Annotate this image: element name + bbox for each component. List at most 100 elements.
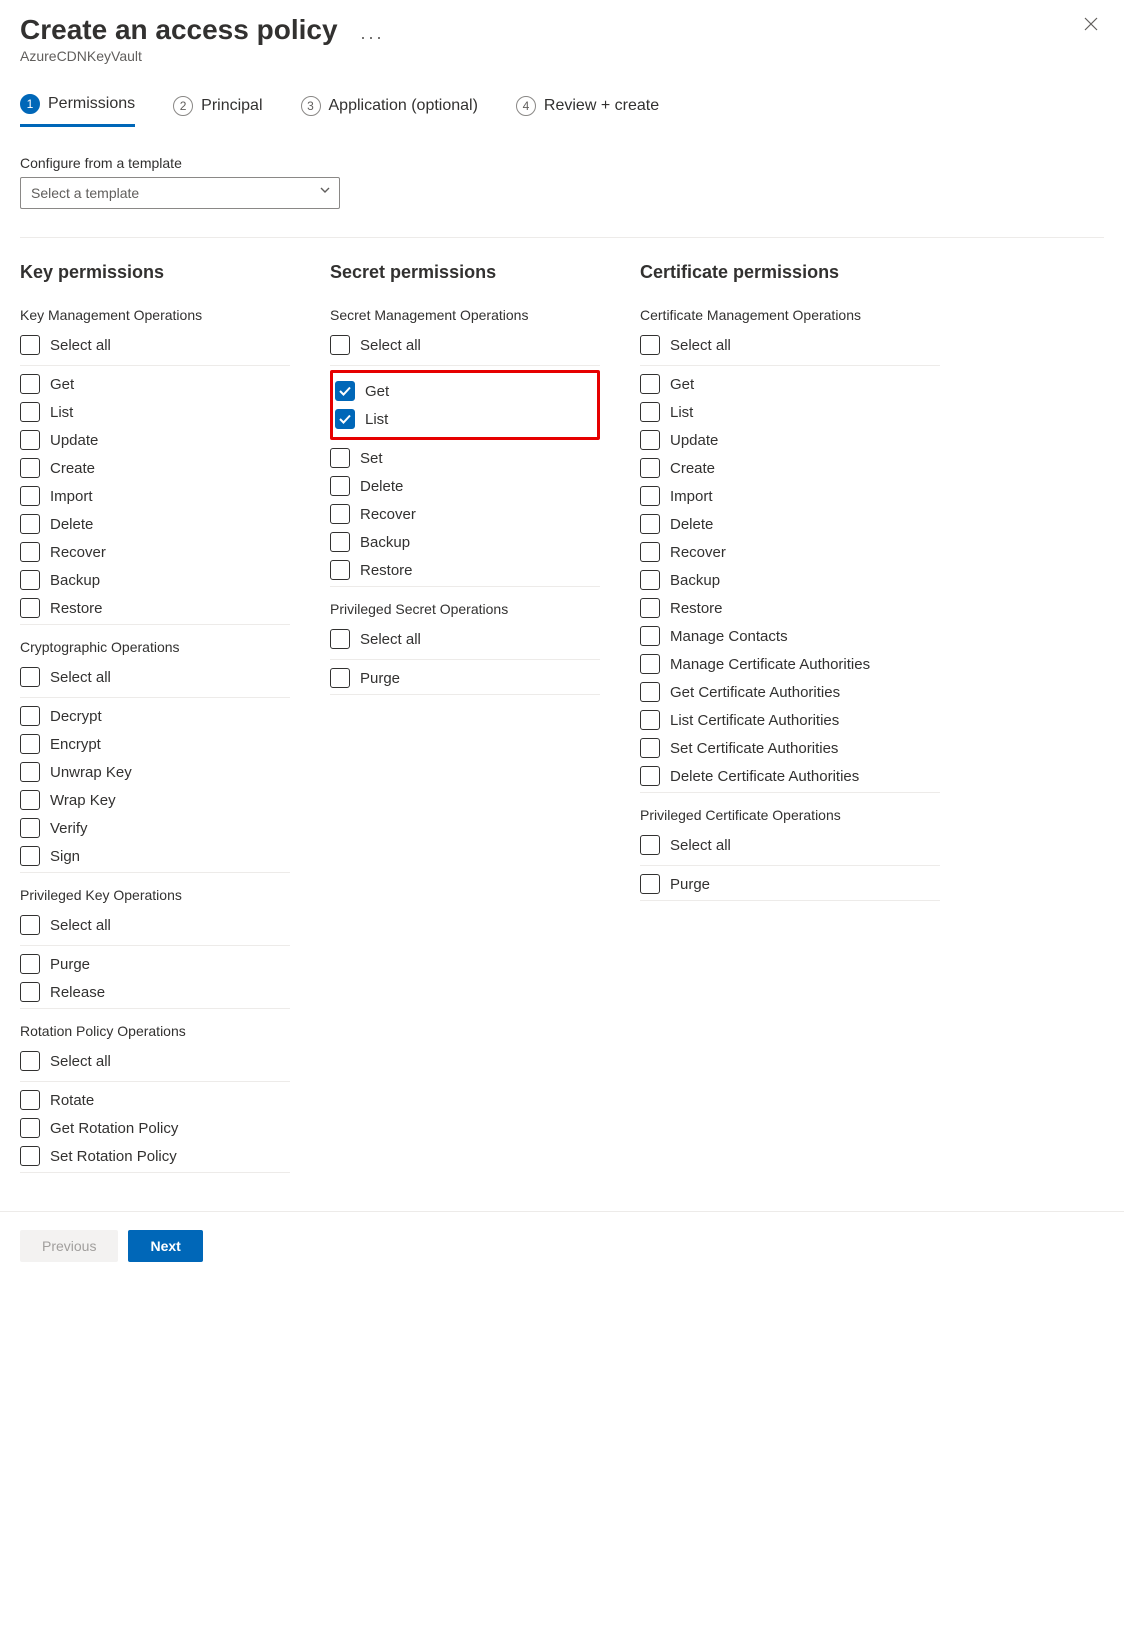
permission-checkbox[interactable]: Get Certificate Authorities: [640, 678, 940, 706]
permission-checkbox[interactable]: Import: [640, 482, 940, 510]
checkbox[interactable]: [335, 381, 355, 401]
checkbox[interactable]: [20, 570, 40, 590]
permission-checkbox[interactable]: List: [20, 398, 290, 426]
permission-checkbox[interactable]: Delete Certificate Authorities: [640, 762, 940, 790]
checkbox[interactable]: [640, 430, 660, 450]
checkbox[interactable]: [20, 374, 40, 394]
checkbox[interactable]: [20, 1090, 40, 1110]
permission-checkbox[interactable]: Backup: [330, 528, 600, 556]
permission-checkbox[interactable]: List Certificate Authorities: [640, 706, 940, 734]
checkbox[interactable]: [20, 790, 40, 810]
checkbox[interactable]: [640, 682, 660, 702]
permission-checkbox[interactable]: Verify: [20, 814, 290, 842]
select-all-checkbox[interactable]: Select all: [20, 663, 290, 691]
select-all-checkbox[interactable]: Select all: [640, 331, 940, 359]
select-all-checkbox[interactable]: Select all: [640, 831, 940, 859]
permission-checkbox[interactable]: Recover: [330, 500, 600, 528]
select-all-checkbox[interactable]: Select all: [20, 331, 290, 359]
permission-checkbox[interactable]: Get: [20, 370, 290, 398]
checkbox[interactable]: [20, 982, 40, 1002]
permission-checkbox[interactable]: Update: [640, 426, 940, 454]
select-all-checkbox[interactable]: Select all: [20, 911, 290, 939]
checkbox[interactable]: [20, 667, 40, 687]
checkbox[interactable]: [640, 458, 660, 478]
permission-checkbox[interactable]: Set: [330, 444, 600, 472]
checkbox[interactable]: [640, 542, 660, 562]
tab-application-optional-[interactable]: 3 Application (optional): [301, 88, 478, 127]
checkbox[interactable]: [20, 486, 40, 506]
checkbox[interactable]: [640, 626, 660, 646]
checkbox[interactable]: [640, 738, 660, 758]
select-all-checkbox[interactable]: Select all: [330, 331, 600, 359]
checkbox[interactable]: [640, 598, 660, 618]
checkbox[interactable]: [20, 734, 40, 754]
checkbox[interactable]: [20, 954, 40, 974]
checkbox[interactable]: [335, 409, 355, 429]
permission-checkbox[interactable]: Rotate: [20, 1086, 290, 1114]
checkbox[interactable]: [20, 598, 40, 618]
tab-review-create[interactable]: 4 Review + create: [516, 88, 659, 127]
checkbox[interactable]: [640, 654, 660, 674]
permission-checkbox[interactable]: Backup: [640, 566, 940, 594]
checkbox[interactable]: [640, 486, 660, 506]
permission-checkbox[interactable]: Delete: [640, 510, 940, 538]
checkbox[interactable]: [640, 514, 660, 534]
checkbox[interactable]: [330, 476, 350, 496]
checkbox[interactable]: [640, 402, 660, 422]
checkbox[interactable]: [330, 629, 350, 649]
tab-permissions[interactable]: 1 Permissions: [20, 88, 135, 127]
permission-checkbox[interactable]: Purge: [330, 664, 600, 692]
permission-checkbox[interactable]: Create: [20, 454, 290, 482]
permission-checkbox[interactable]: Release: [20, 978, 290, 1006]
checkbox[interactable]: [20, 706, 40, 726]
permission-checkbox[interactable]: Encrypt: [20, 730, 290, 758]
permission-checkbox[interactable]: Unwrap Key: [20, 758, 290, 786]
checkbox[interactable]: [20, 1146, 40, 1166]
permission-checkbox[interactable]: Manage Certificate Authorities: [640, 650, 940, 678]
checkbox[interactable]: [640, 570, 660, 590]
permission-checkbox[interactable]: Recover: [20, 538, 290, 566]
permission-checkbox[interactable]: List: [640, 398, 940, 426]
checkbox[interactable]: [20, 430, 40, 450]
permission-checkbox[interactable]: Restore: [20, 594, 290, 622]
select-all-checkbox[interactable]: Select all: [330, 625, 600, 653]
permission-checkbox[interactable]: Set Certificate Authorities: [640, 734, 940, 762]
checkbox[interactable]: [330, 560, 350, 580]
permission-checkbox[interactable]: Restore: [330, 556, 600, 584]
permission-checkbox[interactable]: Wrap Key: [20, 786, 290, 814]
checkbox[interactable]: [20, 762, 40, 782]
permission-checkbox[interactable]: Delete: [330, 472, 600, 500]
checkbox[interactable]: [20, 402, 40, 422]
permission-checkbox[interactable]: Set Rotation Policy: [20, 1142, 290, 1170]
checkbox[interactable]: [330, 504, 350, 524]
checkbox[interactable]: [20, 514, 40, 534]
checkbox[interactable]: [640, 874, 660, 894]
checkbox[interactable]: [640, 374, 660, 394]
permission-checkbox[interactable]: List: [335, 405, 595, 433]
permission-checkbox[interactable]: Get: [640, 370, 940, 398]
permission-checkbox[interactable]: Decrypt: [20, 702, 290, 730]
permission-checkbox[interactable]: Restore: [640, 594, 940, 622]
permission-checkbox[interactable]: Update: [20, 426, 290, 454]
permission-checkbox[interactable]: Delete: [20, 510, 290, 538]
permission-checkbox[interactable]: Import: [20, 482, 290, 510]
permission-checkbox[interactable]: Sign: [20, 842, 290, 870]
tab-principal[interactable]: 2 Principal: [173, 88, 262, 127]
template-select[interactable]: Select a template: [20, 177, 340, 209]
close-icon[interactable]: [1078, 10, 1104, 41]
checkbox[interactable]: [330, 532, 350, 552]
next-button[interactable]: Next: [128, 1230, 202, 1262]
checkbox[interactable]: [330, 668, 350, 688]
checkbox[interactable]: [640, 335, 660, 355]
permission-checkbox[interactable]: Manage Contacts: [640, 622, 940, 650]
more-icon[interactable]: ···: [360, 27, 384, 47]
checkbox[interactable]: [20, 335, 40, 355]
permission-checkbox[interactable]: Get: [335, 377, 595, 405]
checkbox[interactable]: [20, 542, 40, 562]
checkbox[interactable]: [330, 448, 350, 468]
checkbox[interactable]: [640, 835, 660, 855]
checkbox[interactable]: [20, 458, 40, 478]
permission-checkbox[interactable]: Create: [640, 454, 940, 482]
checkbox[interactable]: [640, 710, 660, 730]
checkbox[interactable]: [640, 766, 660, 786]
